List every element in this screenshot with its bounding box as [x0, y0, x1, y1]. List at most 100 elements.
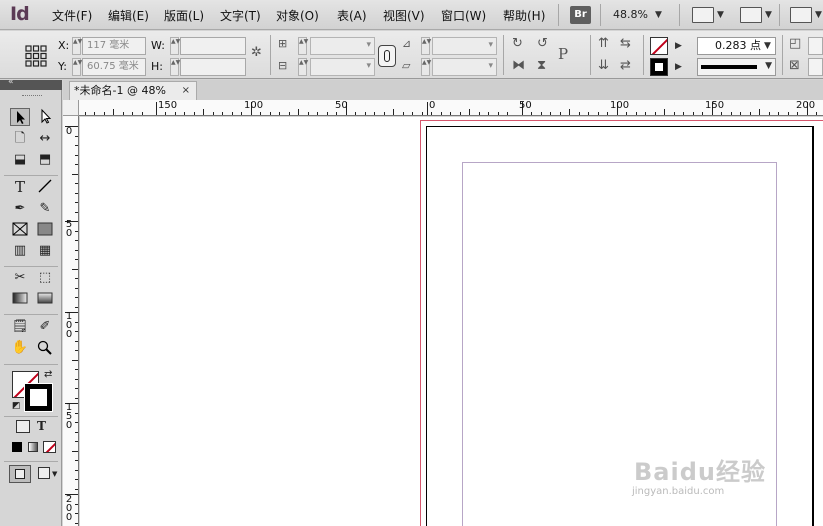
scale-x-stepper[interactable]: ▲▼ [298, 37, 308, 55]
content-placer-icon[interactable]: ⬒ [35, 151, 55, 169]
ruler-label: 0 [65, 126, 73, 137]
content-collector-icon[interactable]: ⬓ [10, 151, 30, 169]
horizontal-ruler[interactable]: 150 100 50 0 50 100 150 200 [79, 100, 823, 116]
rotate-cw-icon[interactable]: ↻ [512, 36, 523, 51]
scale-y-stepper[interactable]: ▲▼ [298, 58, 308, 76]
stroke-type-dropdown[interactable]: ▼ [697, 58, 776, 76]
collapse-panel-icon[interactable]: « [8, 77, 14, 87]
rotate-ccw-icon[interactable]: ↺ [537, 36, 548, 51]
ruler-origin[interactable] [63, 100, 79, 116]
menu-type[interactable]: 文字(T) [220, 7, 261, 24]
normal-view-mode-icon[interactable] [9, 465, 31, 483]
rectangle-tool-icon[interactable] [35, 221, 55, 239]
apply-color-icon[interactable] [12, 442, 22, 452]
x-stepper[interactable]: ▲▼ [72, 37, 82, 55]
scissors-tool-icon[interactable]: ✂ [10, 269, 30, 287]
select-content-icon[interactable]: ⇊ [598, 58, 609, 73]
default-colors-icon[interactable]: ◩ [12, 401, 21, 411]
w-stepper[interactable]: ▲▼ [170, 37, 180, 55]
screen-mode-icon[interactable] [740, 7, 762, 23]
chevron-down-icon[interactable]: ▼ [717, 10, 724, 20]
reference-point-icon[interactable] [25, 45, 47, 67]
document-tab[interactable]: *未命名-1 @ 48% × [69, 81, 197, 100]
corner-size-field[interactable] [808, 58, 823, 76]
rectangle-frame-tool-icon[interactable] [10, 221, 30, 239]
chevron-right-icon[interactable]: ▶ [675, 62, 682, 72]
gap-tool-icon[interactable]: ↔ [35, 130, 55, 148]
x-position-field[interactable]: 117 毫米 [82, 37, 146, 55]
drop-shadow-icon[interactable]: ◰ [789, 36, 801, 51]
menu-edit[interactable]: 编辑(E) [108, 7, 149, 24]
swap-colors-icon[interactable]: ⇄ [44, 369, 52, 380]
hand-tool-icon[interactable]: ✋ [10, 339, 30, 357]
type-tool-icon[interactable]: T [10, 178, 30, 196]
menu-object[interactable]: 对象(O) [276, 7, 319, 24]
menu-view[interactable]: 视图(V) [383, 7, 425, 24]
height-field[interactable] [180, 58, 246, 76]
menu-file[interactable]: 文件(F) [52, 7, 92, 24]
menu-table[interactable]: 表(A) [337, 7, 367, 24]
h-stepper[interactable]: ▲▼ [170, 58, 180, 76]
text-frame-icon[interactable]: P [558, 45, 568, 63]
free-transform-tool-icon[interactable]: ⬚ [35, 269, 55, 287]
selection-tool-icon[interactable] [10, 108, 30, 126]
menu-help[interactable]: 帮助(H) [503, 7, 545, 24]
eyedropper-tool-icon[interactable]: ✐ [35, 318, 55, 336]
shear-dropdown[interactable] [432, 58, 497, 76]
select-next-icon[interactable]: ⇄ [620, 58, 631, 73]
zoom-level-select[interactable]: 48.8% [613, 8, 648, 21]
page-tool-icon[interactable]: 🗋 [10, 130, 30, 148]
y-position-field[interactable]: 60.75 毫米 [82, 58, 146, 76]
formatting-text-icon[interactable]: T [37, 419, 46, 433]
vertical-grid-tool-icon[interactable]: ▦ [35, 242, 55, 260]
flip-horizontal-icon[interactable]: ⧓ [512, 58, 525, 73]
stroke-color-swatch[interactable] [650, 58, 668, 76]
chevron-down-icon[interactable]: ▼ [765, 10, 772, 20]
arrange-documents-icon[interactable] [790, 7, 812, 23]
chevron-down-icon[interactable]: ▼ [655, 10, 662, 20]
shear-stepper[interactable]: ▲▼ [421, 58, 431, 76]
close-icon[interactable]: × [182, 82, 190, 100]
chevron-down-icon: ▼ [765, 61, 772, 71]
horizontal-grid-tool-icon[interactable]: ▥ [10, 242, 30, 260]
menu-window[interactable]: 窗口(W) [441, 7, 486, 24]
select-container-icon[interactable]: ⇈ [598, 36, 609, 51]
opacity-field[interactable] [808, 37, 823, 55]
rotate-dropdown[interactable] [432, 37, 497, 55]
stroke-color-box[interactable] [24, 383, 53, 412]
chevron-down-icon[interactable]: ▼ [764, 41, 771, 51]
chevron-down-icon[interactable]: ▼ [52, 470, 57, 478]
note-tool-icon[interactable]: 🗒 [10, 318, 30, 336]
width-field[interactable] [180, 37, 246, 55]
apply-gradient-icon[interactable] [28, 442, 38, 452]
chevron-right-icon[interactable]: ▶ [675, 41, 682, 51]
gradient-feather-tool-icon[interactable] [35, 290, 55, 308]
menu-bar: Id 文件(F) 编辑(E) 版面(L) 文字(T) 对象(O) 表(A) 视图… [0, 0, 823, 30]
scale-y-dropdown[interactable] [310, 58, 375, 76]
chevron-down-icon[interactable]: ▼ [815, 10, 822, 20]
fill-color-swatch[interactable] [650, 37, 668, 55]
gradient-swatch-tool-icon[interactable] [10, 290, 30, 308]
select-previous-icon[interactable]: ⇆ [620, 36, 631, 51]
formatting-container-icon[interactable] [16, 420, 30, 433]
apply-none-icon[interactable] [43, 441, 56, 453]
corner-options-icon[interactable]: ⊠ [789, 58, 800, 73]
panel-grip[interactable] [22, 95, 42, 98]
pen-tool-icon[interactable]: ✒ [10, 200, 30, 218]
rotate-stepper[interactable]: ▲▼ [421, 37, 431, 55]
preview-mode-icon[interactable] [38, 467, 50, 479]
link-proportions-icon[interactable] [378, 45, 396, 67]
constrain-proportions-icon[interactable]: ✲ [251, 45, 262, 60]
view-options-icon[interactable] [692, 7, 714, 23]
menu-layout[interactable]: 版面(L) [164, 7, 204, 24]
bridge-button[interactable]: Br [570, 6, 591, 24]
zoom-tool-icon[interactable] [35, 339, 55, 357]
line-tool-icon[interactable] [35, 178, 55, 196]
y-stepper[interactable]: ▲▼ [72, 58, 82, 76]
direct-selection-tool-icon[interactable] [35, 108, 55, 126]
vertical-ruler[interactable]: 0 5 0 1 0 0 1 5 0 2 0 0 [63, 116, 79, 526]
tools-panel-header[interactable]: « [0, 77, 62, 90]
flip-vertical-icon[interactable]: ⧗ [537, 58, 546, 73]
pencil-tool-icon[interactable]: ✎ [35, 200, 55, 218]
scale-x-dropdown[interactable] [310, 37, 375, 55]
